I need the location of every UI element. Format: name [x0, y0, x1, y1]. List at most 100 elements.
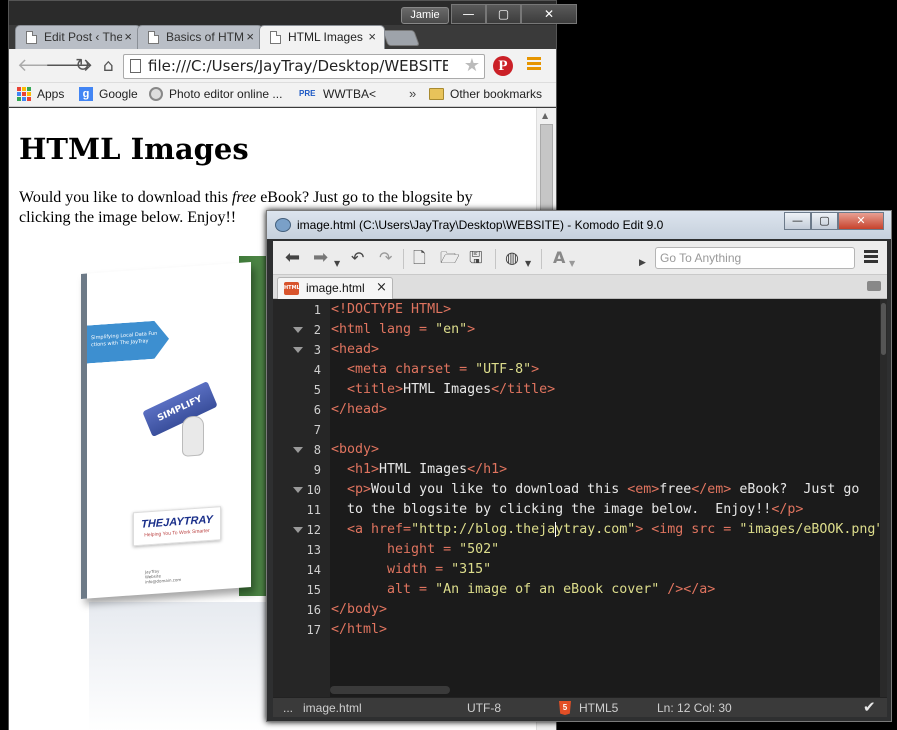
- status-language[interactable]: HTML5: [579, 701, 618, 715]
- bookmark-label: Apps: [37, 87, 65, 101]
- bookmarks-overflow-button[interactable]: »: [409, 86, 416, 101]
- font-icon[interactable]: A: [553, 248, 565, 268]
- komodo-toolbar: ⬅ ➡ ▼ ↶ ↷ 🗋 🗁 🖫 ◍ ▼ A ▼ ▶ Go To Anything: [273, 241, 887, 275]
- tab-close-icon[interactable]: ×: [368, 29, 376, 44]
- fold-toggle-icon[interactable]: [293, 447, 303, 453]
- tab-close-icon[interactable]: ×: [246, 29, 254, 44]
- fold-toggle-icon[interactable]: [293, 327, 303, 333]
- komodo-titlebar[interactable]: image.html (C:\Users\JayTray\Desktop\WEB…: [267, 211, 891, 239]
- other-bookmarks[interactable]: Other bookmarks: [429, 87, 542, 101]
- save-icon[interactable]: 🖫: [469, 248, 483, 268]
- chevron-right-icon[interactable]: ▶: [639, 253, 646, 273]
- address-bar[interactable]: file:///C:/Users/JayTray/Desktop/WEBSITE…: [123, 54, 485, 79]
- ebook-cover-image[interactable]: Simplifying Local Data Fun ctions with T…: [81, 262, 251, 599]
- close-button[interactable]: ✕: [521, 4, 577, 24]
- line-number: 13: [306, 543, 321, 557]
- status-position: Ln: 12 Col: 30: [657, 701, 732, 715]
- minimize-button[interactable]: —: [451, 4, 486, 24]
- bookmark-apps[interactable]: Apps: [17, 87, 64, 101]
- status-encoding[interactable]: UTF-8: [467, 701, 501, 715]
- bookmark-star-icon[interactable]: ★: [464, 55, 480, 76]
- bookmarks-bar: Apps g Google Photo editor online ... PR…: [9, 83, 556, 107]
- komodo-menu-icon[interactable]: [864, 250, 878, 265]
- maximize-button[interactable]: ▢: [486, 4, 521, 24]
- bookmark-wwtba[interactable]: PRE WWTBA<: [299, 87, 376, 101]
- bookmark-label: Other bookmarks: [450, 87, 543, 101]
- code-line-5: <title>HTML Images</title>: [331, 382, 556, 397]
- home-icon[interactable]: ⌂: [103, 55, 114, 77]
- dropdown-icon[interactable]: ▼: [525, 254, 531, 274]
- bookmark-photo-editor[interactable]: Photo editor online ...: [149, 87, 282, 101]
- fold-toggle-icon[interactable]: [293, 347, 303, 353]
- new-file-icon[interactable]: 🗋: [413, 248, 426, 268]
- redo-icon[interactable]: ↷: [379, 248, 392, 268]
- code-line-3: <head>: [331, 342, 380, 357]
- status-ellipsis[interactable]: ...: [283, 701, 293, 715]
- apps-grid-icon: [17, 87, 31, 101]
- chrome-titlebar[interactable]: Jamie — ▢ ✕: [9, 1, 577, 25]
- code-line-14: width = "315": [331, 562, 492, 577]
- scroll-up-icon[interactable]: ▲: [542, 111, 548, 120]
- maximize-button[interactable]: ▢: [811, 212, 838, 230]
- tab-strip: Edit Post ‹ The × Basics of HTM × HTML I…: [15, 25, 420, 49]
- forward-arrow-icon[interactable]: ➡: [313, 248, 328, 268]
- bookmark-google[interactable]: g Google: [79, 87, 138, 101]
- tab-html-images[interactable]: HTML Images ×: [259, 25, 385, 49]
- code-line-16: </body>: [331, 602, 388, 617]
- go-to-anything-input[interactable]: Go To Anything: [655, 247, 855, 269]
- chrome-menu-icon[interactable]: [527, 57, 541, 73]
- dropdown-icon[interactable]: ▼: [334, 254, 340, 274]
- back-arrow-icon[interactable]: ⬅: [285, 248, 300, 268]
- new-tab-button[interactable]: [382, 30, 420, 46]
- minimize-button[interactable]: —: [784, 212, 811, 230]
- html-file-icon: HTML: [284, 282, 300, 295]
- code-line-15: alt = "An image of an eBook cover" /></a…: [331, 582, 716, 597]
- tab-label: HTML Images: [288, 30, 363, 44]
- code-line-4: <meta charset = "UTF-8">: [331, 362, 540, 377]
- line-number: 4: [313, 363, 321, 377]
- tab-basics-of-html[interactable]: Basics of HTM ×: [137, 25, 263, 49]
- code-line-10: <p>Would you like to download this <em>f…: [331, 482, 860, 497]
- code-line-8: <body>: [331, 442, 380, 457]
- editor-horizontal-scrollbar[interactable]: [330, 686, 450, 694]
- editor-vertical-scrollbar[interactable]: [880, 299, 887, 697]
- code-line-17: </html>: [331, 622, 388, 637]
- page-icon: [148, 31, 159, 44]
- code-line-2: <html lang = "en">: [331, 322, 476, 337]
- fold-toggle-icon[interactable]: [293, 487, 303, 493]
- google-icon: g: [79, 87, 93, 101]
- photo-editor-icon: [149, 87, 163, 101]
- profile-button[interactable]: Jamie: [401, 7, 449, 24]
- chrome-toolbar: 🡐 🡒 ↻ ⌂ file:///C:/Users/JayTray/Desktop…: [9, 49, 556, 83]
- undo-icon[interactable]: ↶: [351, 248, 364, 268]
- code-editor[interactable]: 1 2 3 4 5 6 7 8 9 10 11 12 13 14 15 16 17 <!DOCTYPE HTML…: [273, 299, 887, 697]
- pinterest-icon[interactable]: P: [493, 56, 513, 76]
- open-folder-icon[interactable]: 🗁: [440, 248, 460, 268]
- check-icon[interactable]: ✔: [863, 698, 876, 716]
- komodo-title: image.html (C:\Users\JayTray\Desktop\WEB…: [297, 218, 664, 232]
- komodo-window: image.html (C:\Users\JayTray\Desktop\WEB…: [266, 210, 892, 722]
- tab-edit-post[interactable]: Edit Post ‹ The ×: [15, 25, 141, 49]
- tab-image-html[interactable]: HTML image.html ×: [277, 277, 393, 299]
- globe-icon[interactable]: ◍: [505, 248, 519, 268]
- pre-icon: PRE: [299, 89, 316, 98]
- dropdown-icon[interactable]: ▼: [569, 254, 575, 274]
- close-button[interactable]: ✕: [838, 212, 884, 230]
- code-line-13: height = "502": [331, 542, 500, 557]
- code-line-12: <a href="http://blog.thejaytray.com"> <i…: [331, 521, 880, 537]
- ebook-cover-link[interactable]: Simplifying Local Data Fun ctions with T…: [79, 256, 279, 602]
- pane-toggle-icon[interactable]: [867, 281, 881, 291]
- page-icon: [26, 31, 37, 44]
- komodo-statusbar: ... image.html UTF-8 5 HTML5 Ln: 12 Col:…: [273, 697, 887, 717]
- address-text[interactable]: file:///C:/Users/JayTray/Desktop/WEBSITE…: [148, 57, 448, 75]
- jaytray-logo: THEJAYTRAY Helping You To Work Smarter: [133, 506, 221, 547]
- fold-toggle-icon[interactable]: [293, 527, 303, 533]
- line-number-gutter: 1 2 3 4 5 6 7 8 9 10 11 12 13 14 15 16 17: [273, 299, 330, 697]
- bookmark-label: Photo editor online ...: [169, 87, 283, 101]
- line-number: 6: [313, 403, 321, 417]
- tab-close-icon[interactable]: ×: [124, 29, 132, 44]
- tab-close-icon[interactable]: ×: [376, 280, 387, 295]
- line-number: 7: [313, 423, 321, 437]
- reload-icon[interactable]: ↻: [75, 55, 90, 77]
- code-area[interactable]: <!DOCTYPE HTML> <html lang = "en"> <head…: [330, 299, 880, 697]
